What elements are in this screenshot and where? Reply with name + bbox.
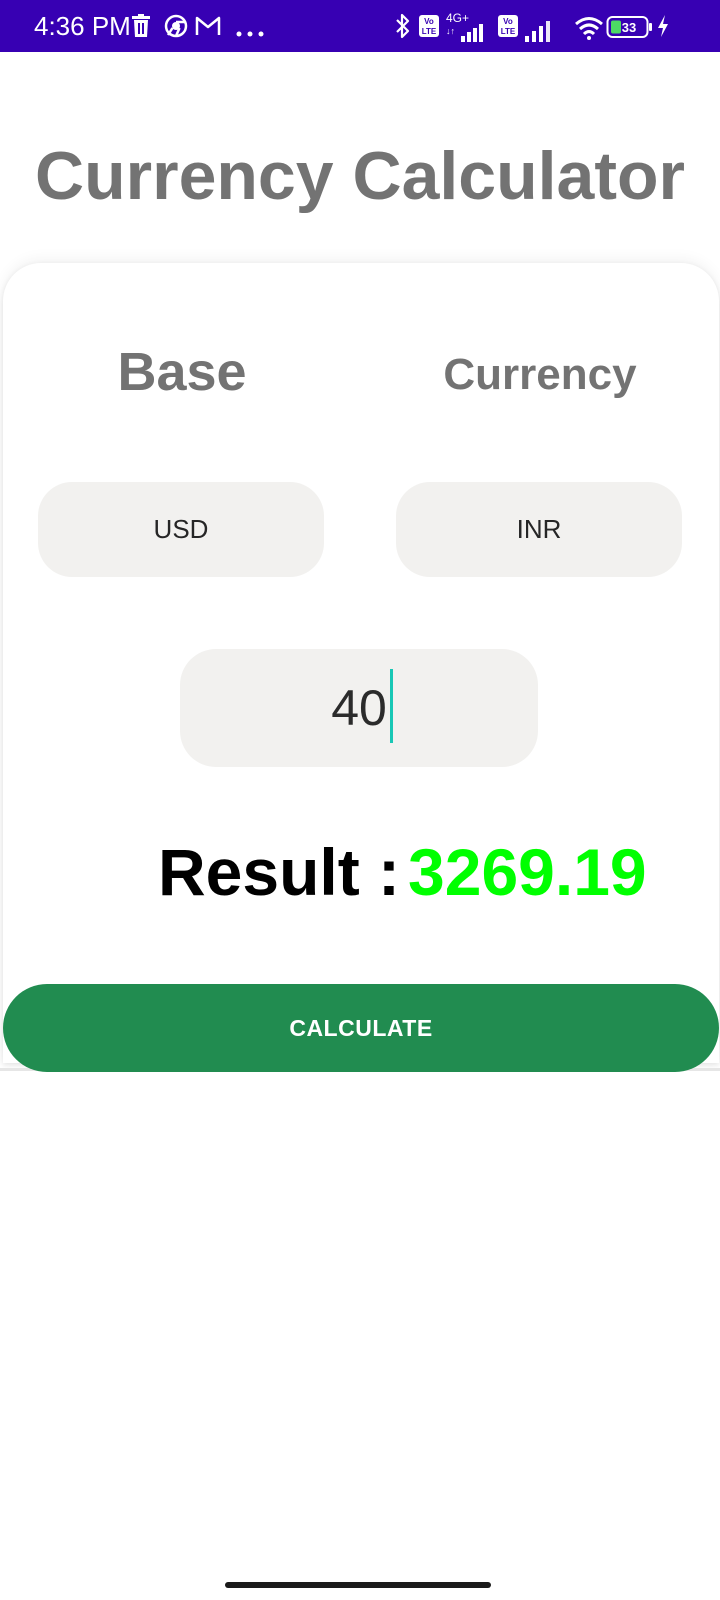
base-currency-field[interactable]: USD xyxy=(38,482,324,577)
currency-label: Currency xyxy=(443,350,637,399)
trash-icon xyxy=(131,14,151,43)
bluetooth-icon xyxy=(395,12,411,45)
amount-input[interactable]: 40 xyxy=(180,649,538,767)
calculate-button[interactable]: CALCULATE xyxy=(3,984,719,1072)
base-currency-value: USD xyxy=(153,514,209,544)
status-bar: 4:36 PM Vo LTE 4G+ ↓↑ Vo LTE 33 xyxy=(0,0,720,52)
chrome-icon xyxy=(164,14,188,43)
wifi-icon xyxy=(574,16,604,45)
base-label: Base xyxy=(117,342,247,402)
charging-icon xyxy=(656,14,670,43)
target-currency-value: INR xyxy=(516,514,562,544)
result-row: Result : 3269.19 xyxy=(158,832,647,912)
svg-text:Vo: Vo xyxy=(424,17,434,26)
result-label: Result : xyxy=(158,835,401,909)
volte-icon: Vo LTE xyxy=(418,14,440,43)
svg-text:LTE: LTE xyxy=(422,27,437,36)
screen: 4:36 PM Vo LTE 4G+ ↓↑ Vo LTE 33 Currency… xyxy=(0,0,720,1600)
svg-text:LTE: LTE xyxy=(501,27,516,36)
battery-level: 33 xyxy=(622,20,636,35)
app-title: Currency Calculator xyxy=(35,138,685,214)
amount-value: 40 xyxy=(331,680,387,736)
home-indicator[interactable] xyxy=(225,1582,491,1588)
volte-icon: Vo LTE xyxy=(497,14,519,43)
svg-text:4G+: 4G+ xyxy=(446,11,469,25)
battery-icon: 33 xyxy=(606,15,654,44)
text-caret xyxy=(389,669,393,743)
target-currency-field[interactable]: INR xyxy=(396,482,682,577)
signal-icon xyxy=(523,16,557,47)
result-value: 3269.19 xyxy=(408,835,647,909)
svg-text:↓↑: ↓↑ xyxy=(446,26,455,36)
gmail-icon xyxy=(195,16,221,41)
status-time: 4:36 PM xyxy=(34,11,131,41)
svg-text:Vo: Vo xyxy=(503,17,513,26)
signal-4g-icon: 4G+ ↓↑ xyxy=(444,10,490,49)
more-icon xyxy=(236,24,264,42)
